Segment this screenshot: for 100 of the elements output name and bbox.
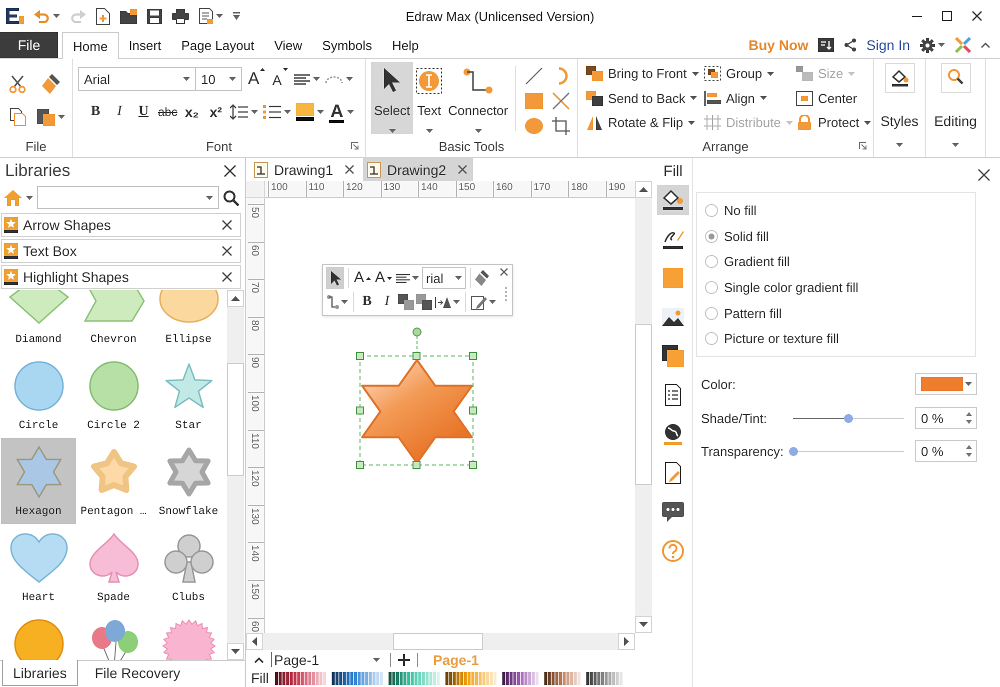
resize-handle[interactable] xyxy=(356,461,364,469)
shape-item[interactable]: Star xyxy=(151,352,226,438)
shape-item[interactable]: Circle xyxy=(1,352,76,438)
scrollbar-thumb[interactable] xyxy=(635,324,652,485)
italic-button[interactable]: I xyxy=(110,101,129,123)
panel-tab[interactable]: File Recovery xyxy=(84,660,192,686)
ribbon-tab[interactable]: Insert xyxy=(118,32,172,58)
spinner-icon[interactable] xyxy=(966,445,972,457)
scroll-up-button[interactable] xyxy=(635,181,652,198)
chevron-up-icon[interactable] xyxy=(981,42,990,48)
document-tab[interactable]: Drawing1 xyxy=(250,158,360,181)
scroll-down-button[interactable] xyxy=(635,616,652,633)
library-category[interactable]: Highlight Shapes xyxy=(1,265,241,289)
bold-button[interactable]: B xyxy=(358,291,376,313)
copy-icon[interactable] xyxy=(10,108,26,126)
color-picker[interactable] xyxy=(915,373,977,395)
shape-item[interactable]: Hexagon xyxy=(1,438,76,524)
scroll-left-button[interactable] xyxy=(246,633,263,650)
resize-handle[interactable] xyxy=(469,461,477,469)
slider-thumb[interactable] xyxy=(788,446,798,456)
resize-handle[interactable] xyxy=(356,406,364,414)
line-spacing-button[interactable] xyxy=(230,104,258,120)
close-icon[interactable] xyxy=(222,272,232,282)
line-tool-icon[interactable] xyxy=(525,67,544,85)
connector-tool-button[interactable]: Connector xyxy=(445,62,512,134)
close-icon[interactable] xyxy=(222,246,232,256)
settings-button[interactable] xyxy=(920,38,945,52)
fill-option-radio[interactable]: Gradient fill xyxy=(705,249,975,275)
color-palette[interactable] xyxy=(274,672,623,684)
library-category[interactable]: Text Box xyxy=(1,239,241,263)
scroll-right-button[interactable] xyxy=(618,633,635,650)
fill-option-radio[interactable]: No fill xyxy=(705,198,975,224)
scrollbar-thumb[interactable] xyxy=(393,633,483,650)
close-icon[interactable] xyxy=(500,268,508,276)
search-field[interactable] xyxy=(37,186,219,209)
fill-option-radio[interactable]: Single color gradient fill xyxy=(705,274,975,300)
protect-button[interactable]: Protect xyxy=(796,111,874,134)
highlight-button[interactable] xyxy=(296,103,324,121)
shape-item[interactable]: Ellipse xyxy=(151,290,226,352)
export-button[interactable] xyxy=(199,8,223,24)
shrink-font-button[interactable]: A xyxy=(374,267,394,289)
grow-font-button[interactable]: A xyxy=(247,68,266,90)
bring-to-front-icon[interactable] xyxy=(398,294,414,310)
add-page-icon[interactable] xyxy=(398,654,410,666)
text-tool-button[interactable]: Text xyxy=(413,62,446,134)
scroll-down-button[interactable] xyxy=(227,643,244,660)
folder-icon[interactable] xyxy=(120,8,137,24)
search-icon[interactable] xyxy=(223,190,239,206)
library-category[interactable]: Arrow Shapes xyxy=(1,213,241,237)
ribbon-tab[interactable]: Help xyxy=(382,32,429,58)
align-button[interactable]: Align xyxy=(704,86,790,110)
font-name-field[interactable]: rial xyxy=(422,267,466,289)
value-field[interactable]: 0 % xyxy=(915,407,977,429)
undo-button[interactable] xyxy=(34,10,60,22)
grow-font-button[interactable]: A xyxy=(353,267,372,289)
close-icon[interactable] xyxy=(345,165,354,174)
file-menu-button[interactable]: File xyxy=(0,32,58,58)
center-button[interactable]: Center xyxy=(796,86,874,110)
fill-option-radio[interactable]: Solid fill xyxy=(705,224,975,250)
shape-item[interactable]: Diamond xyxy=(1,290,76,352)
cross-tool-icon[interactable] xyxy=(552,92,570,110)
dialog-launcher-icon[interactable] xyxy=(351,142,359,150)
styles-button[interactable]: Styles xyxy=(874,59,926,157)
dialog-launcher-icon[interactable] xyxy=(859,142,867,150)
text-align-button[interactable] xyxy=(294,74,320,84)
ribbon-tab[interactable]: Home xyxy=(62,32,119,59)
shape-item[interactable]: Clubs xyxy=(151,524,226,610)
paintbrush-icon[interactable] xyxy=(42,74,60,94)
strikethrough-button[interactable]: abc xyxy=(158,101,178,123)
side-panel-tab[interactable] xyxy=(657,185,689,215)
select-tool-button[interactable]: Select xyxy=(371,62,414,134)
ribbon-tab[interactable]: Symbols xyxy=(312,32,382,58)
shape-item[interactable]: Circle 2 xyxy=(76,352,151,438)
ribbon-tab[interactable]: View xyxy=(264,32,312,58)
scroll-up-button[interactable] xyxy=(227,290,244,307)
box-icon[interactable] xyxy=(818,38,834,52)
resize-handle[interactable] xyxy=(356,352,364,360)
close-icon[interactable] xyxy=(224,165,236,177)
cross-logo-icon[interactable] xyxy=(955,37,971,53)
close-icon[interactable] xyxy=(978,169,990,181)
ribbon-tab[interactable]: Page Layout xyxy=(171,32,264,58)
shape-item[interactable]: Heart xyxy=(1,524,76,610)
resize-handle[interactable] xyxy=(469,406,477,414)
resize-handle[interactable] xyxy=(412,461,420,469)
rotate-flip-button[interactable]: Rotate & Flip xyxy=(586,111,698,134)
fill-option-radio[interactable]: Picture or texture fill xyxy=(705,326,975,352)
font-size-field[interactable]: 10 xyxy=(196,67,242,91)
shape-item[interactable]: Chevron xyxy=(76,290,151,352)
paintbrush-icon[interactable] xyxy=(475,270,490,286)
home-button[interactable] xyxy=(4,190,33,206)
bullets-button[interactable] xyxy=(263,105,292,119)
value-field[interactable]: 0 % xyxy=(915,440,977,462)
new-document-icon[interactable] xyxy=(96,8,110,24)
shape-item[interactable]: Snowflake xyxy=(151,438,226,524)
text-arc-button[interactable] xyxy=(324,76,353,82)
send-to-back-icon[interactable] xyxy=(416,294,432,310)
shape-item[interactable]: Pentagon … xyxy=(76,438,151,524)
underline-button[interactable]: U xyxy=(134,101,153,123)
send-to-back-button[interactable]: Send to Back xyxy=(586,86,698,110)
shrink-font-button[interactable]: A xyxy=(271,68,289,90)
